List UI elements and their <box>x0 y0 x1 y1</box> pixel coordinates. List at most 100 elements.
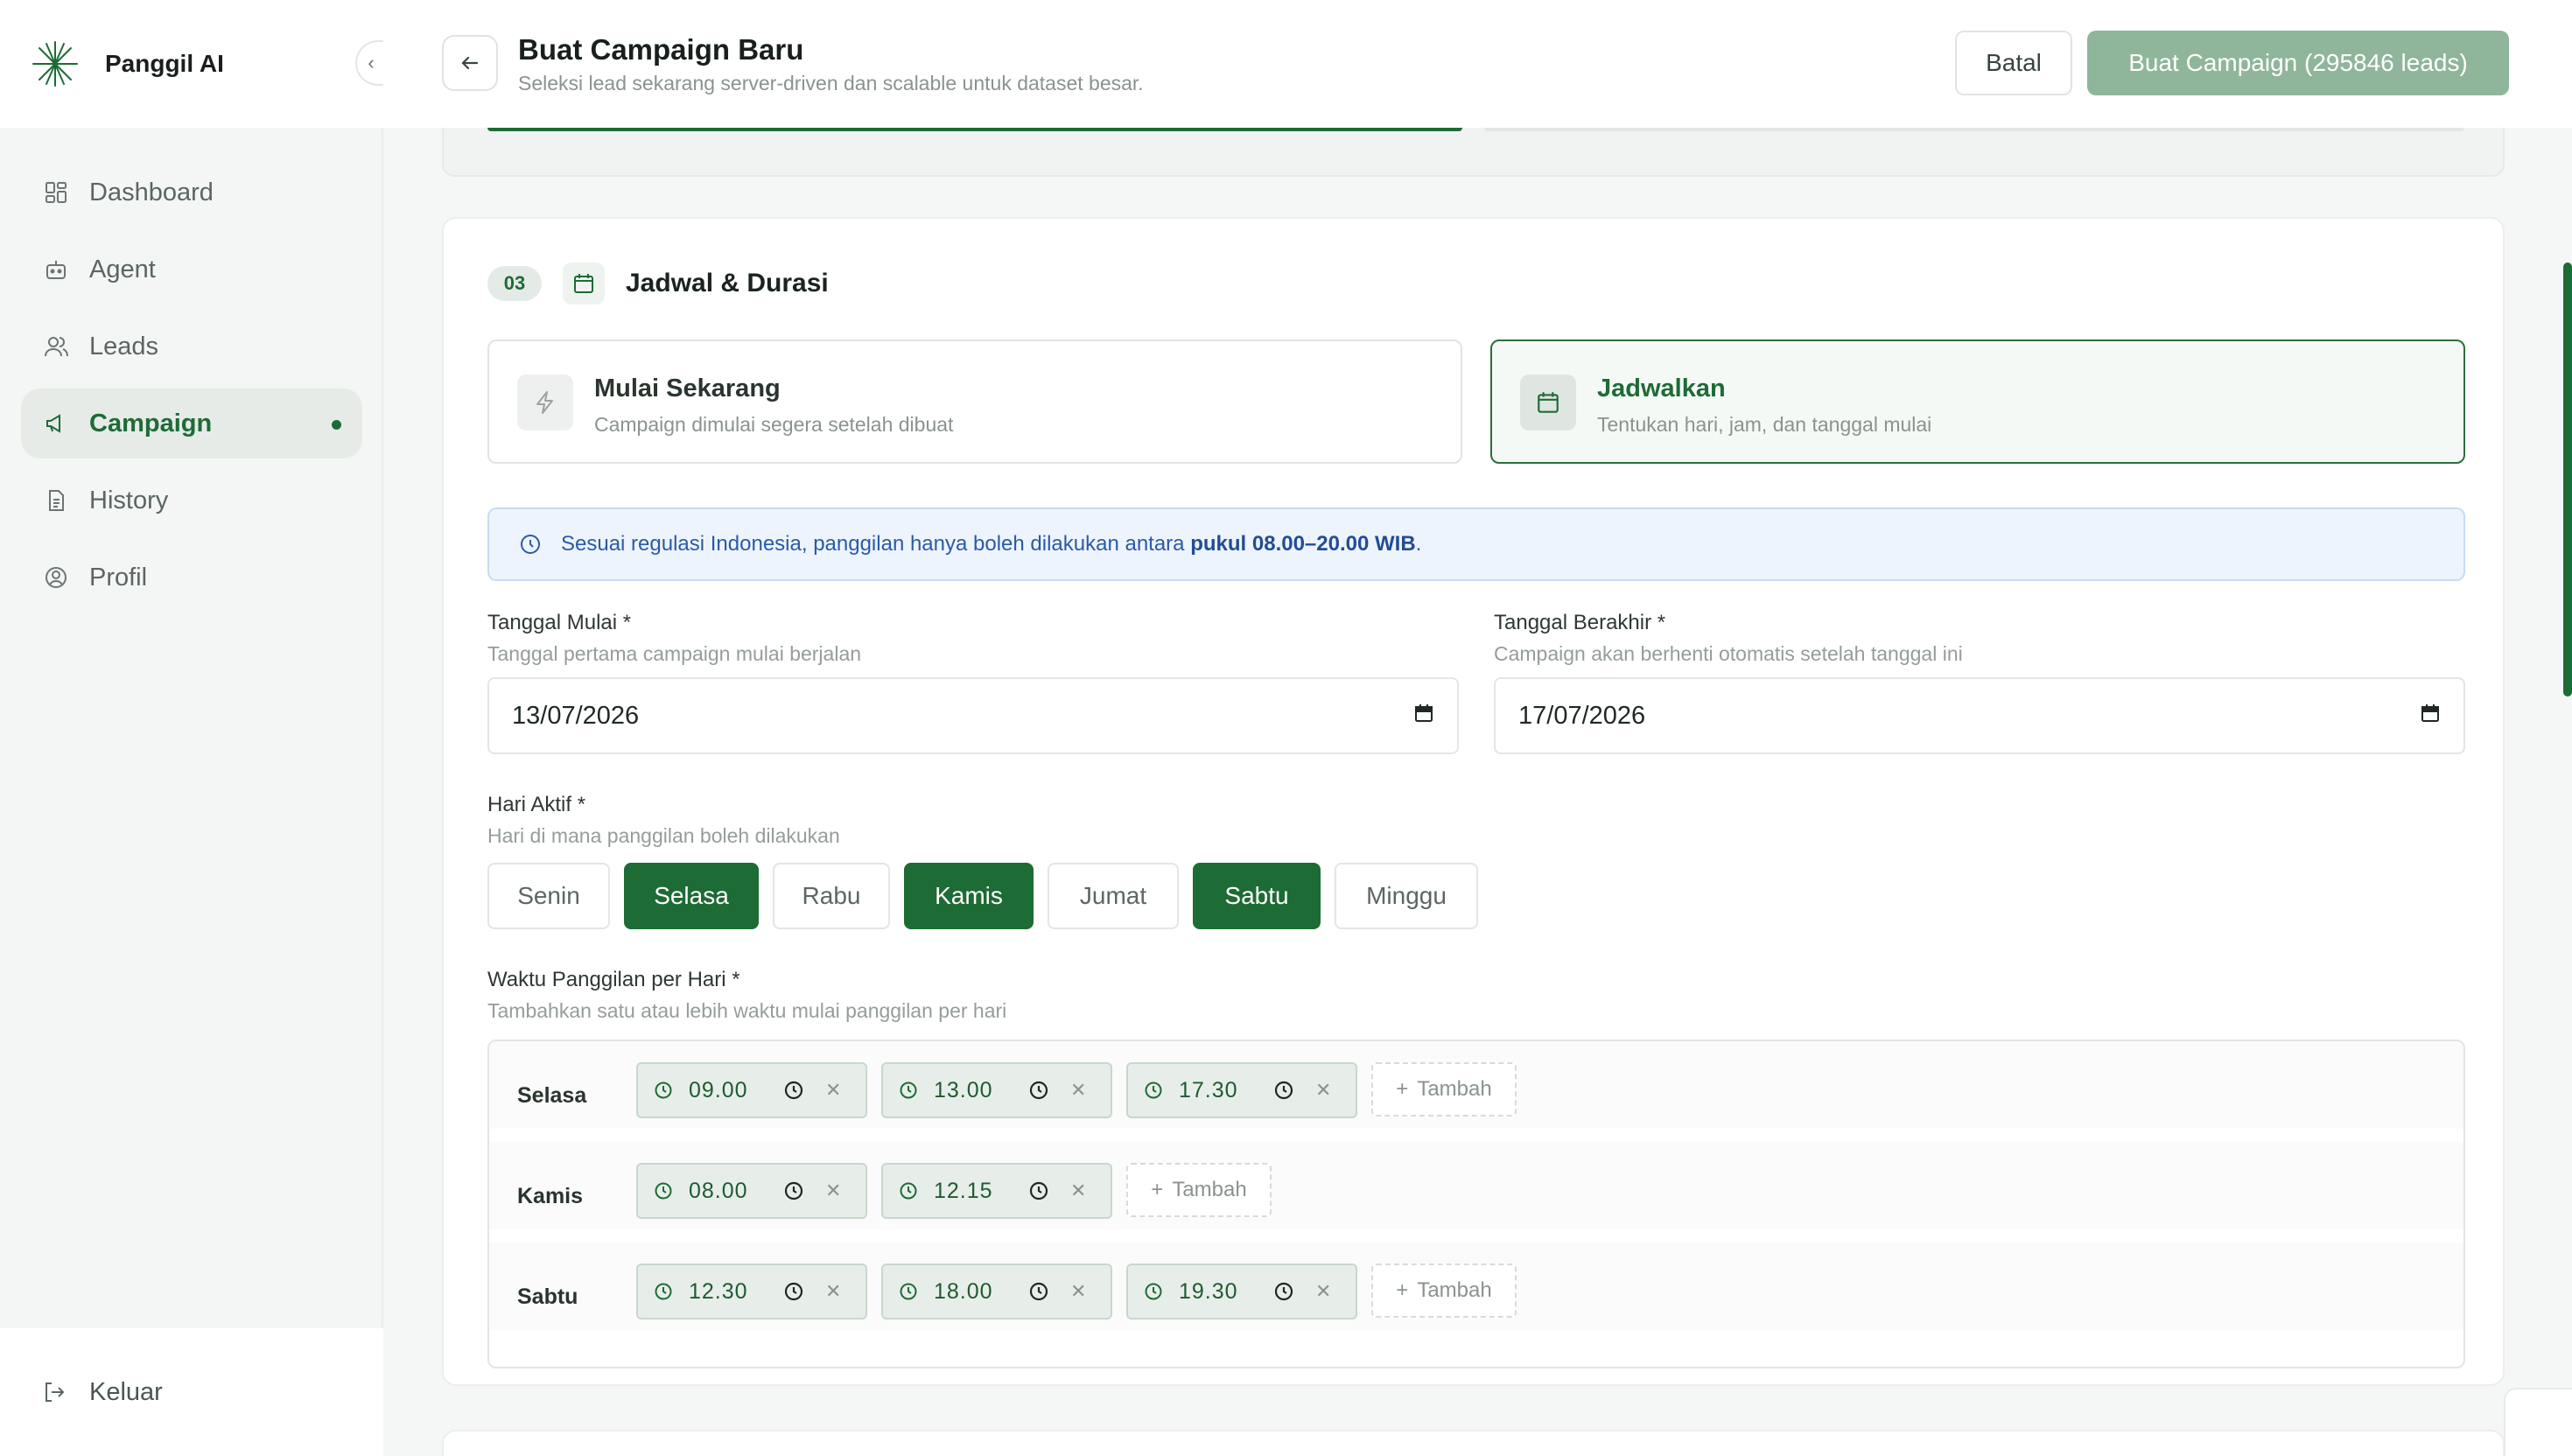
start-date-input[interactable]: 13/07/2026 <box>487 677 1459 754</box>
time-value[interactable]: 17.30 <box>1179 1078 1258 1103</box>
arrow-left-icon <box>461 56 479 70</box>
plus-icon: + <box>1396 1077 1409 1101</box>
schedule-option[interactable]: Jadwalkan Tentukan hari, jam, dan tangga… <box>1490 340 2465 464</box>
remove-time-icon[interactable]: ✕ <box>1315 1079 1331 1102</box>
sidebar-item-dashboard[interactable]: Dashboard <box>21 158 362 228</box>
time-value[interactable]: 08.00 <box>689 1179 767 1204</box>
end-date-value: 17/07/2026 <box>1518 701 1646 730</box>
time-value[interactable]: 18.00 <box>934 1279 1013 1305</box>
time-value[interactable]: 12.15 <box>934 1179 1013 1204</box>
calendar-picker-icon[interactable] <box>1413 702 1434 731</box>
time-value[interactable]: 12.30 <box>689 1279 767 1305</box>
time-chip[interactable]: 09.00 ✕ <box>636 1062 867 1118</box>
scrollbar-thumb[interactable] <box>2563 262 2572 696</box>
sidebar-item-history[interactable]: History <box>21 466 362 536</box>
day-toggle-senin[interactable]: Senin <box>487 863 610 929</box>
collapse-sidebar-button[interactable]: ‹ <box>355 40 385 86</box>
sidebar-item-agent[interactable]: Agent <box>21 234 362 304</box>
day-toggle-minggu[interactable]: Minggu <box>1335 863 1478 929</box>
sidebar-item-campaign[interactable]: Campaign <box>21 388 362 458</box>
remove-time-icon[interactable]: ✕ <box>825 1079 841 1102</box>
sidebar-item-label: Leads <box>89 332 159 360</box>
time-picker-icon[interactable] <box>783 1079 806 1102</box>
next-section-card <box>442 1430 2505 1456</box>
lightning-icon <box>517 374 573 430</box>
sidebar-item-label: Dashboard <box>89 178 214 206</box>
day-toggle-jumat[interactable]: Jumat <box>1048 863 1179 929</box>
time-chip[interactable]: 18.00 ✕ <box>881 1264 1112 1320</box>
time-picker-icon[interactable] <box>1273 1079 1296 1102</box>
option-title: Mulai Sekarang <box>594 374 781 402</box>
time-value[interactable]: 09.00 <box>689 1078 767 1103</box>
time-picker-icon[interactable] <box>783 1180 806 1202</box>
start-date-label: Tanggal Mulai * <box>487 611 632 634</box>
previous-selected-option-edge <box>487 128 1462 131</box>
day-toggle-rabu[interactable]: Rabu <box>773 863 890 929</box>
call-times-help: Tambahkan satu atau lebih waktu mulai pa… <box>487 999 1007 1022</box>
end-date-label: Tanggal Berakhir * <box>1494 611 1666 634</box>
day-toggle-kamis[interactable]: Kamis <box>904 863 1034 929</box>
active-days-selector: Senin Selasa Rabu Kamis Jumat Sabtu Ming… <box>487 863 1492 929</box>
remove-time-icon[interactable]: ✕ <box>825 1280 841 1303</box>
day-toggle-selasa[interactable]: Selasa <box>624 863 759 929</box>
dashboard-icon <box>42 178 70 206</box>
add-time-button[interactable]: + Tambah <box>1371 1264 1517 1318</box>
end-date-input[interactable]: 17/07/2026 <box>1494 677 2465 754</box>
clock-icon <box>899 1080 920 1101</box>
option-description: Tentukan hari, jam, dan tanggal mulai <box>1597 413 1932 436</box>
sidebar-item-profil[interactable]: Profil <box>21 542 362 612</box>
row-day-label: Sabtu <box>517 1284 578 1309</box>
start-date-help: Tanggal pertama campaign mulai berjalan <box>487 642 862 665</box>
start-date-value: 13/07/2026 <box>512 701 640 730</box>
time-chip[interactable]: 19.30 ✕ <box>1126 1264 1357 1320</box>
time-value[interactable]: 13.00 <box>934 1078 1013 1103</box>
remove-time-icon[interactable]: ✕ <box>1070 1079 1086 1102</box>
time-picker-icon[interactable] <box>1273 1280 1296 1303</box>
section-header: 03 Jadwal & Durasi <box>487 262 829 304</box>
cancel-button[interactable]: Batal <box>1955 31 2072 95</box>
call-times-row-sabtu: Sabtu 12.30 ✕ 18.00 ✕ 19.30 ✕ + Tambah <box>489 1242 2463 1330</box>
add-time-button[interactable]: + Tambah <box>1371 1062 1517 1116</box>
clock-icon <box>1144 1281 1165 1302</box>
sidebar-item-label: Agent <box>89 255 156 284</box>
active-days-label: Hari Aktif * <box>487 793 586 816</box>
regulation-notice: Sesuai regulasi Indonesia, panggilan han… <box>487 508 2465 581</box>
logout-button[interactable]: Keluar <box>0 1328 383 1456</box>
start-now-option[interactable]: Mulai Sekarang Campaign dimulai segera s… <box>487 340 1462 464</box>
sidebar-item-leads[interactable]: Leads <box>21 312 362 382</box>
option-title: Jadwalkan <box>1597 374 1726 402</box>
megaphone-icon <box>42 410 70 438</box>
end-date-help: Campaign akan berhenti otomatis setelah … <box>1494 642 1963 665</box>
time-chip[interactable]: 17.30 ✕ <box>1126 1062 1357 1118</box>
remove-time-icon[interactable]: ✕ <box>1070 1180 1086 1202</box>
remove-time-icon[interactable]: ✕ <box>1315 1280 1331 1303</box>
active-indicator-dot <box>332 420 341 430</box>
clock-icon <box>654 1180 675 1201</box>
notice-suffix: . <box>1415 532 1422 556</box>
time-chip[interactable]: 08.00 ✕ <box>636 1163 867 1219</box>
time-picker-icon[interactable] <box>1028 1079 1051 1102</box>
time-chip[interactable]: 13.00 ✕ <box>881 1062 1112 1118</box>
create-campaign-button[interactable]: Buat Campaign (295846 leads) <box>2087 31 2509 95</box>
time-chip[interactable]: 12.30 ✕ <box>636 1264 867 1320</box>
logout-icon <box>42 1378 70 1406</box>
time-chip[interactable]: 12.15 ✕ <box>881 1163 1112 1219</box>
add-time-label: Tambah <box>1417 1077 1492 1101</box>
time-value[interactable]: 19.30 <box>1179 1279 1258 1305</box>
calendar-picker-icon[interactable] <box>2420 702 2441 731</box>
sidebar-item-label: History <box>89 486 169 514</box>
sidebar-item-label: Profil <box>89 563 148 592</box>
remove-time-icon[interactable]: ✕ <box>1070 1280 1086 1303</box>
time-picker-icon[interactable] <box>1028 1180 1051 1202</box>
day-toggle-sabtu[interactable]: Sabtu <box>1193 863 1321 929</box>
floating-widget[interactable] <box>2504 1388 2572 1456</box>
section-title: Jadwal & Durasi <box>626 269 829 298</box>
back-button[interactable] <box>442 35 498 91</box>
remove-time-icon[interactable]: ✕ <box>825 1180 841 1202</box>
brand[interactable]: Panggil AI ‹ <box>0 0 385 128</box>
time-picker-icon[interactable] <box>1028 1280 1051 1303</box>
clock-icon <box>899 1281 920 1302</box>
add-time-button[interactable]: + Tambah <box>1126 1163 1272 1217</box>
time-picker-icon[interactable] <box>783 1280 806 1303</box>
notice-text: Sesuai regulasi Indonesia, panggilan han… <box>561 532 1421 556</box>
